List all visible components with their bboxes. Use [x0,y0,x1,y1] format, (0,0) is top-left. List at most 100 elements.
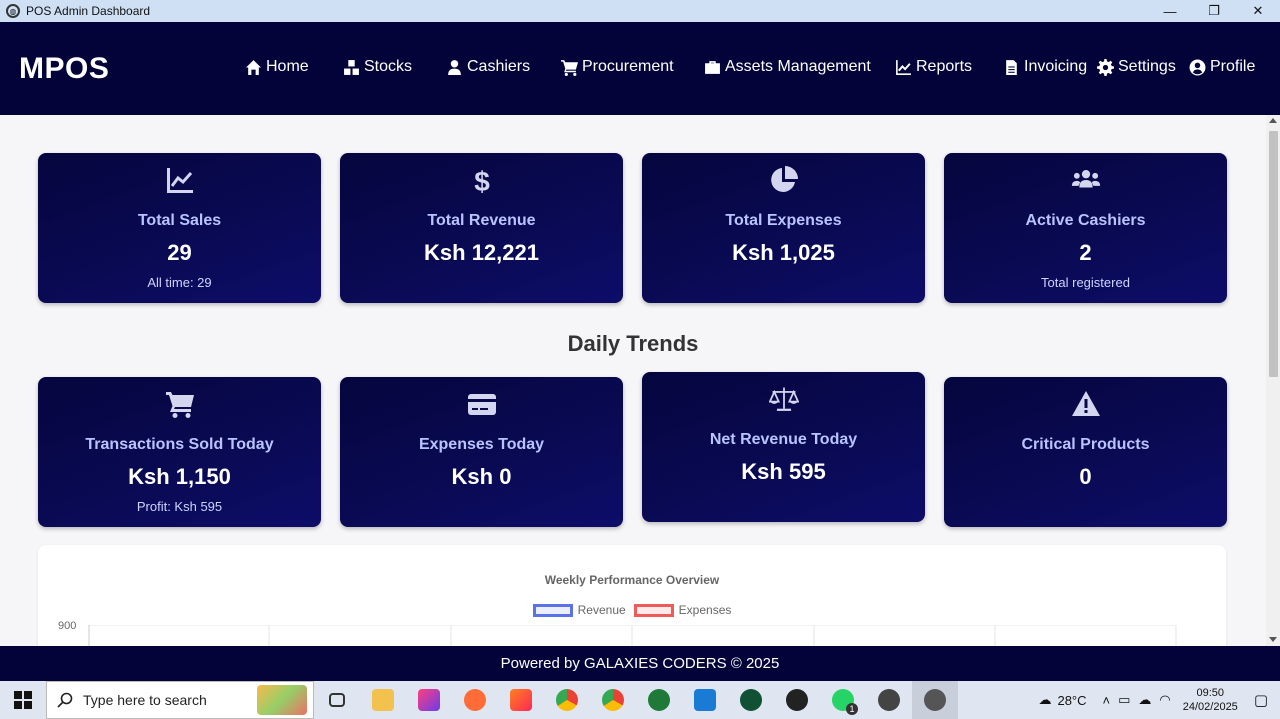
main-content: Total Sales 29 All time: 29 $ Total Reve… [0,115,1266,646]
intellij-icon[interactable] [498,681,544,719]
legend-expenses[interactable]: Expenses [633,603,732,617]
card-value: Ksh 595 [741,459,826,484]
card-label: Total Sales [137,212,222,229]
whatsapp-icon[interactable]: 1 [820,681,866,719]
top-navbar: MPOS Home Stocks Cashiers Procurement As… [0,22,1280,115]
nav-cashiers-label: Cashiers [467,58,531,75]
close-button[interactable]: ✕ [1236,0,1280,22]
wifi-icon[interactable]: ◠ [1159,692,1170,708]
user-icon [448,59,461,75]
clock[interactable]: 09:50 24/02/2025 [1183,686,1238,714]
gear-icon [1097,58,1114,76]
search-decoration-icon [257,685,307,715]
scrollbar-thumb[interactable] [1269,131,1278,377]
warning-icon [944,389,1227,419]
nav-settings-label: Settings [1118,58,1176,75]
stat-card-active-cashiers: Active Cashiers 2 Total registered [944,153,1227,303]
nav-cashiers[interactable]: Cashiers [446,58,530,76]
maximize-button[interactable]: ❐ [1192,0,1236,22]
taskbar-search[interactable]: Type here to search [46,681,314,719]
stat-card-expenses-today: Expenses Today Ksh 0 [340,377,623,527]
balance-scale-icon [642,384,925,414]
legend-swatch-revenue [532,603,573,617]
windows-logo-icon [14,691,32,709]
cart-icon [38,389,321,419]
notification-icon[interactable]: ▢ [1254,691,1268,709]
nav-procurement[interactable]: Procurement [561,58,674,76]
daily-trends-heading: Daily Trends [567,331,699,356]
stat-card-total-expenses: Total Expenses Ksh 1,025 [642,153,925,303]
cart-icon [561,59,578,76]
file-explorer-icon[interactable] [360,681,406,719]
y-axis-tick: 900 [58,620,77,632]
search-placeholder: Type here to search [83,692,207,708]
stat-card-critical-products: Critical Products 0 [944,377,1227,527]
nav-reports[interactable]: Reports [895,58,972,76]
nav-invoicing[interactable]: Invoicing [1003,58,1087,76]
chart-line-icon [896,59,911,75]
windows-taskbar: Type here to search 1 ☁ 28°C ˄ ▭ ☁ ◠ 09:… [0,681,1280,719]
card-label: Transactions Sold Today [85,436,274,453]
app-cube-icon[interactable] [406,681,452,719]
card-value: Ksh 1,025 [732,240,835,265]
card-value: Ksh 12,221 [424,240,539,265]
user-circle-icon [1189,59,1206,75]
users-icon [944,165,1227,195]
battery-icon[interactable]: ▭ [1118,692,1130,708]
system-tray: ☁ 28°C ˄ ▭ ☁ ◠ 09:50 24/02/2025 ▢ [1038,681,1280,719]
vscode-icon[interactable] [682,681,728,719]
nav-stocks[interactable]: Stocks [343,58,412,76]
hs-app-icon[interactable] [636,681,682,719]
legend-label: Revenue [577,603,626,617]
nav-procurement-label: Procurement [582,58,674,75]
nav-reports-label: Reports [916,58,973,75]
vertical-scrollbar[interactable] [1266,115,1280,646]
mongodb-icon[interactable] [728,681,774,719]
minimize-button[interactable]: — [1148,0,1192,22]
cubes-icon [344,59,359,75]
clock-date: 24/02/2025 [1182,701,1238,713]
chart-legend: Revenue Expenses [38,603,1226,617]
task-view-icon[interactable] [314,681,360,719]
legend-label: Expenses [678,603,732,617]
window-title-bar: ◍ POS Admin Dashboard — ❐ ✕ [0,0,1280,22]
card-subtext: Profit: Ksh 595 [136,499,223,514]
legend-swatch-expenses [633,603,674,617]
weather-icon[interactable]: ☁ [1038,692,1051,708]
whatsapp-badge: 1 [846,703,858,715]
card-label: Net Revenue Today [709,431,858,448]
chrome-profile-icon[interactable] [590,681,636,719]
nav-home[interactable]: Home [245,58,309,76]
legend-revenue[interactable]: Revenue [532,603,626,617]
brand-logo[interactable]: MPOS [19,52,239,86]
nav-profile[interactable]: Profile [1189,58,1255,76]
start-button[interactable] [0,681,46,719]
stat-card-net-revenue-today: Net Revenue Today Ksh 595 [642,372,925,522]
scroll-down-arrow-icon[interactable] [1269,637,1277,642]
media-player-icon[interactable] [866,681,912,719]
card-label: Critical Products [1021,436,1150,453]
clock-time: 09:50 [1196,687,1225,699]
active-app-icon[interactable] [912,681,958,719]
nav-assets-management[interactable]: Assets Management [704,58,871,76]
nav-settings[interactable]: Settings [1097,58,1176,76]
postman-icon[interactable] [452,681,498,719]
card-label: Total Expenses [725,212,842,229]
file-icon [1006,59,1017,75]
card-value: 29 [167,240,192,265]
nav-home-label: Home [266,58,309,75]
chevron-up-icon[interactable]: ˄ [1103,693,1111,708]
scroll-up-arrow-icon[interactable] [1269,118,1277,123]
card-subtext: All time: 29 [147,275,212,290]
settings-app-icon[interactable] [774,681,820,719]
temperature[interactable]: 28°C [1057,693,1086,708]
card-value: Ksh 0 [451,464,512,489]
cloud-icon[interactable]: ☁ [1138,692,1151,708]
nav-assets-label: Assets Management [725,58,871,75]
nav-stocks-label: Stocks [364,58,413,75]
app-globe-icon: ◍ [6,4,20,18]
briefcase-icon [705,60,720,74]
chart-line-icon [38,165,321,195]
search-icon [57,692,73,708]
chrome-icon[interactable] [544,681,590,719]
